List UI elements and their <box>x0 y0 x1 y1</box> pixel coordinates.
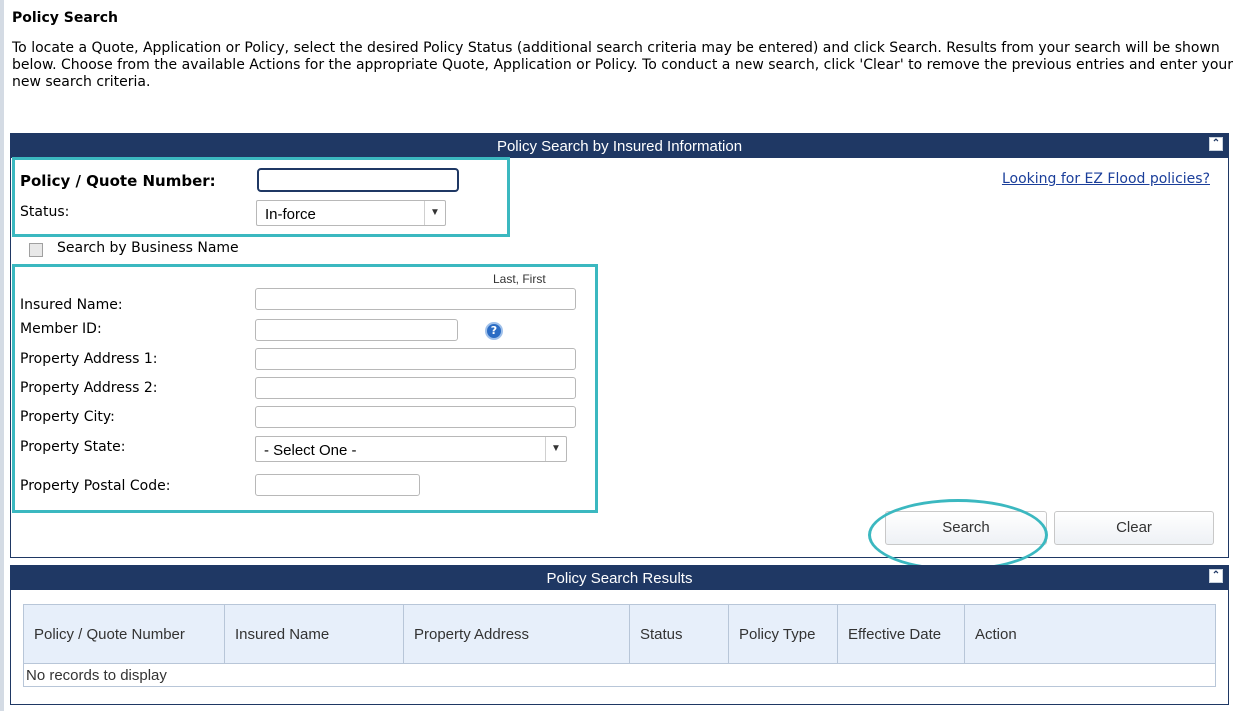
column-header[interactable]: Policy Type <box>728 604 838 664</box>
state-select[interactable]: - Select One - ▼ <box>255 436 567 462</box>
address1-input[interactable] <box>255 348 576 370</box>
results-panel-header: Policy Search Results ⌃ <box>11 566 1228 590</box>
policy-number-label: Policy / Quote Number: <box>20 172 216 190</box>
help-icon[interactable]: ? <box>485 322 503 340</box>
address2-input[interactable] <box>255 377 576 399</box>
postal-code-label: Property Postal Code: <box>20 478 171 494</box>
results-panel-title: Policy Search Results <box>546 570 693 587</box>
address2-label: Property Address 2: <box>20 380 158 396</box>
column-header[interactable]: Insured Name <box>224 604 404 664</box>
city-input[interactable] <box>255 406 576 428</box>
page-title: Policy Search <box>12 10 118 26</box>
search-panel-header: Policy Search by Insured Information ⌃ <box>11 134 1228 158</box>
name-format-hint: Last, First <box>493 272 546 286</box>
city-label: Property City: <box>20 409 115 425</box>
double-chevron-up-icon[interactable]: ⌃ <box>1209 137 1223 151</box>
status-select[interactable]: In-force ▼ <box>256 200 446 226</box>
address1-label: Property Address 1: <box>20 351 158 367</box>
insured-name-input[interactable] <box>255 288 576 310</box>
intro-text: To locate a Quote, Application or Policy… <box>12 40 1234 90</box>
business-name-checkbox[interactable] <box>29 243 43 257</box>
member-id-input[interactable] <box>255 319 458 341</box>
column-header[interactable]: Action <box>964 604 1216 664</box>
double-chevron-up-icon[interactable]: ⌃ <box>1209 569 1223 583</box>
results-table: Policy / Quote Number Insured Name Prope… <box>23 604 1216 687</box>
business-name-label: Search by Business Name <box>57 240 239 256</box>
policy-number-input[interactable] <box>257 168 459 192</box>
results-panel: Policy Search Results ⌃ Policy / Quote N… <box>10 565 1229 705</box>
chevron-down-icon: ▼ <box>424 201 445 225</box>
left-border <box>0 0 4 711</box>
search-panel: Policy Search by Insured Information ⌃ P… <box>10 133 1229 558</box>
insured-name-label: Insured Name: <box>20 297 123 313</box>
status-label: Status: <box>20 204 70 220</box>
state-value: - Select One - <box>264 442 357 459</box>
status-value: In-force <box>265 206 316 223</box>
search-button-highlight <box>868 499 1048 571</box>
empty-message: No records to display <box>23 663 1216 687</box>
state-label: Property State: <box>20 439 126 455</box>
ez-flood-link[interactable]: Looking for EZ Flood policies? <box>1002 171 1210 187</box>
member-id-label: Member ID: <box>20 321 102 337</box>
chevron-down-icon: ▼ <box>545 437 566 461</box>
column-header[interactable]: Effective Date <box>837 604 965 664</box>
clear-button[interactable]: Clear <box>1054 511 1214 545</box>
column-header[interactable]: Property Address <box>403 604 630 664</box>
column-header[interactable]: Status <box>629 604 729 664</box>
postal-code-input[interactable] <box>255 474 420 496</box>
column-header[interactable]: Policy / Quote Number <box>23 604 225 664</box>
search-panel-title: Policy Search by Insured Information <box>496 138 743 155</box>
